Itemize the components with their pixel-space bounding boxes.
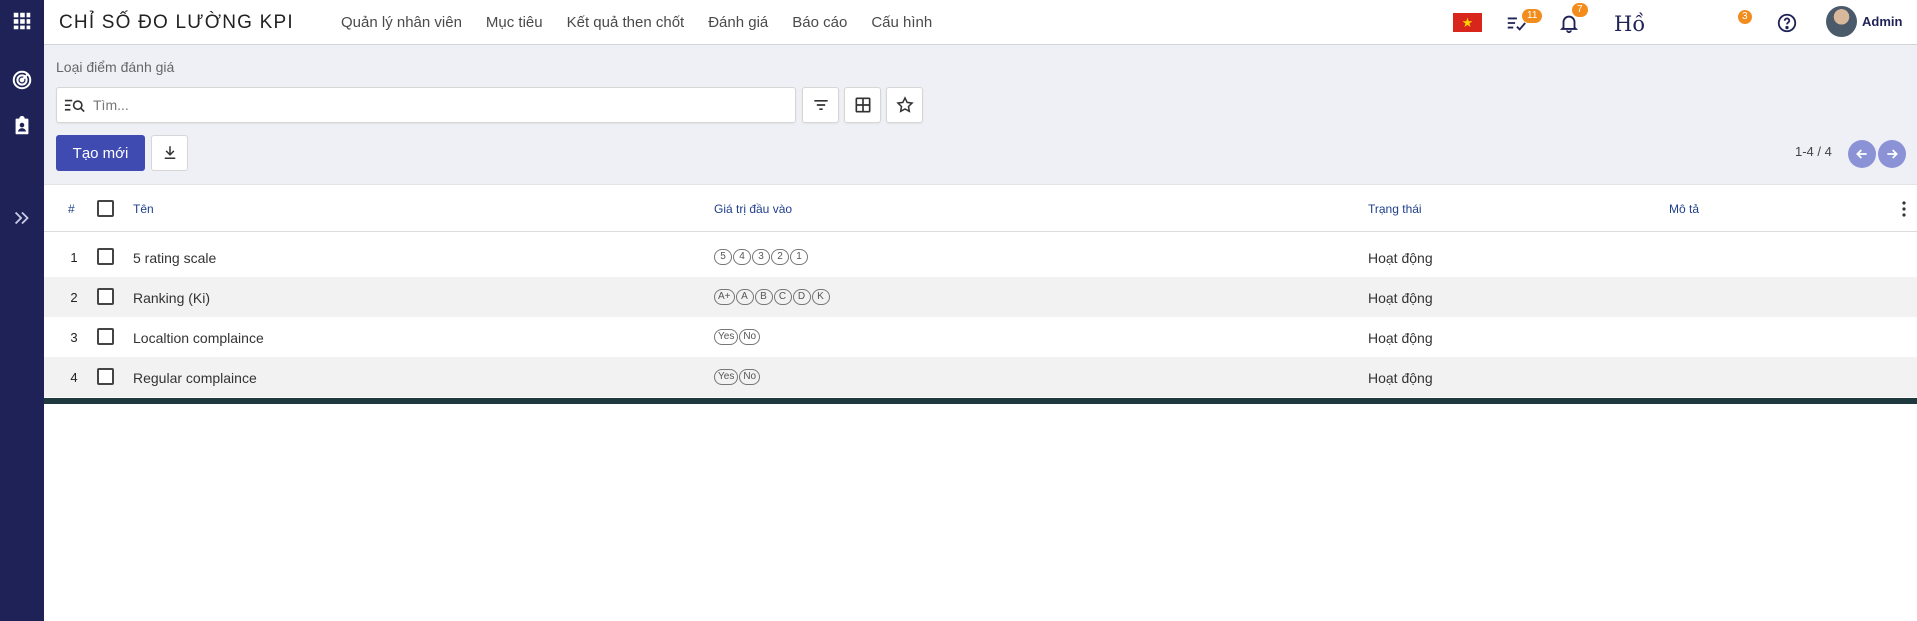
value-tag: No xyxy=(739,329,761,345)
value-tag: 2 xyxy=(771,249,789,265)
favorites-button[interactable] xyxy=(886,87,923,123)
column-header-input-values[interactable]: Giá trị đầu vào xyxy=(714,202,792,216)
arrow-left-icon xyxy=(1856,149,1867,159)
value-tag: B xyxy=(754,289,773,305)
menu-employee-management[interactable]: Quản lý nhân viên xyxy=(341,14,462,31)
row-number: 1 xyxy=(70,250,78,265)
value-tag: Yes xyxy=(714,369,739,385)
messages-count-badge[interactable]: 3 xyxy=(1738,10,1752,24)
value-tag: 1 xyxy=(790,249,808,265)
value-tag: No xyxy=(739,369,761,385)
row-name: Localtion complaince xyxy=(133,330,264,346)
row-checkbox[interactable] xyxy=(97,248,114,265)
control-panel: Loại điểm đánh giá Tạo mới 1-4 / 4 xyxy=(44,45,1917,184)
value-tag: 5 xyxy=(714,249,732,265)
select-all-checkbox[interactable] xyxy=(97,200,114,217)
help-icon[interactable] xyxy=(1774,10,1800,36)
app-title[interactable]: CHỈ SỐ ĐO LƯỜNG KPI xyxy=(59,12,294,34)
vietnam-flag-icon[interactable]: ★ xyxy=(1453,13,1482,32)
menu-evaluation[interactable]: Đánh giá xyxy=(708,14,768,31)
value-tag: A+ xyxy=(714,289,735,305)
row-number: 4 xyxy=(70,370,78,385)
menu-key-results[interactable]: Kết quả then chốt xyxy=(567,14,685,31)
row-status: Hoạt động xyxy=(1368,370,1433,386)
menu-reports[interactable]: Báo cáo xyxy=(792,14,847,31)
left-sidebar xyxy=(0,0,44,621)
table-row[interactable]: 2 Ranking (Ki) A+ A B C D K Hoạt động xyxy=(44,277,1917,317)
create-button[interactable]: Tạo mới xyxy=(56,135,145,171)
menu-objectives[interactable]: Mục tiêu xyxy=(486,14,543,31)
value-tag: D xyxy=(792,289,811,305)
column-header-name[interactable]: Tên xyxy=(133,202,154,216)
user-name[interactable]: Admin xyxy=(1862,14,1902,29)
input-value-tags: Yes No xyxy=(714,329,761,345)
row-checkbox[interactable] xyxy=(97,368,114,385)
row-status: Hoạt động xyxy=(1368,290,1433,306)
pager-previous-button[interactable] xyxy=(1848,140,1876,168)
value-tag: 3 xyxy=(752,249,770,265)
search-icon xyxy=(64,96,86,116)
optional-columns-icon[interactable] xyxy=(1901,201,1907,217)
row-status: Hoạt động xyxy=(1368,250,1433,266)
pager-next-button[interactable] xyxy=(1878,140,1906,168)
user-avatar[interactable] xyxy=(1826,6,1857,37)
row-checkbox[interactable] xyxy=(97,328,114,345)
expand-chevrons-icon[interactable] xyxy=(9,205,35,231)
search-bar xyxy=(56,87,796,123)
row-name: 5 rating scale xyxy=(133,250,217,266)
value-tag: C xyxy=(773,289,792,305)
table-header: # Tên Giá trị đầu vào Trạng thái Mô tả xyxy=(44,184,1917,232)
column-header-number: # xyxy=(68,202,75,216)
group-by-button[interactable] xyxy=(844,87,881,123)
breadcrumb: Loại điểm đánh giá xyxy=(56,59,175,75)
star-icon xyxy=(895,96,914,113)
table-row[interactable]: 1 5 rating scale 5 4 3 2 1 Hoạt động xyxy=(44,237,1917,277)
table-footer-bar xyxy=(44,398,1917,404)
search-input[interactable] xyxy=(93,88,783,122)
pager-value[interactable]: 1-4 / 4 xyxy=(1795,144,1832,159)
grid-icon xyxy=(855,97,870,113)
menu-configuration[interactable]: Cấu hình xyxy=(871,14,932,31)
row-name: Regular complaince xyxy=(133,370,257,386)
input-value-tags: A+ A B C D K xyxy=(714,289,831,305)
table-row[interactable]: 4 Regular complaince Yes No Hoạt động xyxy=(44,357,1917,397)
input-value-tags: Yes No xyxy=(714,369,761,385)
value-tag: K xyxy=(811,289,830,305)
row-checkbox[interactable] xyxy=(97,288,114,305)
download-icon xyxy=(164,146,175,159)
filter-icon xyxy=(813,100,828,110)
download-button[interactable] xyxy=(151,135,188,171)
clipboard-user-icon[interactable] xyxy=(9,113,35,139)
table-row[interactable]: 3 Localtion complaince Yes No Hoạt động xyxy=(44,317,1917,357)
target-icon[interactable] xyxy=(9,67,35,93)
apps-grid-icon[interactable] xyxy=(9,8,35,34)
notification-count-badge: 7 xyxy=(1572,3,1588,17)
main-menu: Quản lý nhân viên Mục tiêu Kết quả then … xyxy=(341,0,956,45)
input-value-tags: 5 4 3 2 1 xyxy=(714,249,809,265)
ho-label[interactable]: Hồ xyxy=(1614,12,1645,36)
top-navbar: CHỈ SỐ ĐO LƯỜNG KPI Quản lý nhân viên Mụ… xyxy=(44,0,1917,45)
row-status: Hoạt động xyxy=(1368,330,1433,346)
activity-count-badge: 11 xyxy=(1522,9,1543,23)
value-tag: Yes xyxy=(714,329,739,345)
row-name: Ranking (Ki) xyxy=(133,290,211,306)
row-number: 3 xyxy=(70,330,78,345)
value-tag: 4 xyxy=(733,249,751,265)
filter-button[interactable] xyxy=(802,87,839,123)
value-tag: A xyxy=(735,289,754,305)
column-header-description[interactable]: Mô tả xyxy=(1669,202,1699,216)
column-header-status[interactable]: Trạng thái xyxy=(1368,202,1422,216)
arrow-right-icon xyxy=(1887,149,1898,159)
row-number: 2 xyxy=(70,290,78,305)
